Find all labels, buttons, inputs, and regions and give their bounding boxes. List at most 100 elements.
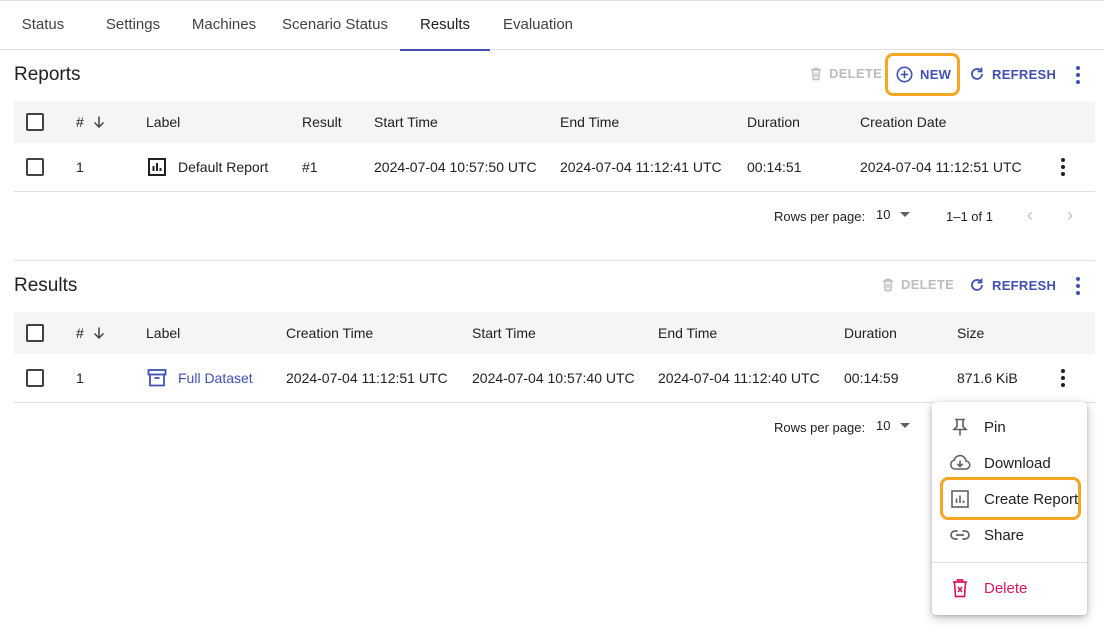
- results-delete-button[interactable]: DELETE: [882, 277, 954, 292]
- result-label[interactable]: Full Dataset: [178, 370, 253, 386]
- section-divider: [14, 260, 1095, 261]
- reports-delete-button[interactable]: DELETE: [810, 66, 882, 81]
- report-end-time: 2024-07-04 11:12:41 UTC: [560, 159, 722, 175]
- tab-status[interactable]: Status: [14, 1, 72, 50]
- menu-item-label: Create Report: [984, 490, 1079, 508]
- reports-rows-per-page-select[interactable]: 10: [876, 207, 911, 222]
- result-end-time: 2024-07-04 11:12:40 UTC: [658, 370, 820, 386]
- active-tab-indicator: [400, 49, 490, 51]
- reports-col-start-time: Start Time: [374, 114, 438, 130]
- rows-per-page-value: 10: [876, 207, 891, 222]
- menu-divider: [932, 562, 1087, 563]
- report-chart-icon: [948, 487, 972, 511]
- results-delete-label: DELETE: [901, 277, 955, 292]
- result-start-time: 2024-07-04 10:57:40 UTC: [472, 370, 635, 386]
- menu-item-pin[interactable]: Pin: [932, 409, 1087, 445]
- chevron-down-icon: [900, 423, 911, 428]
- reports-more-menu-button[interactable]: [1068, 63, 1088, 87]
- report-start-time: 2024-07-04 10:57:50 UTC: [374, 159, 537, 175]
- report-chart-icon: [148, 158, 166, 176]
- menu-item-delete[interactable]: Delete: [932, 570, 1087, 606]
- trash-icon: [811, 67, 821, 80]
- reports-col-creation-date: Creation Date: [860, 114, 947, 130]
- results-more-menu-button[interactable]: [1068, 274, 1088, 298]
- row-checkbox[interactable]: [26, 369, 44, 387]
- reports-table-header: # Label Result Start Time End Time Durat…: [14, 101, 1095, 143]
- reports-select-all-checkbox[interactable]: [26, 113, 44, 131]
- menu-item-share[interactable]: Share: [932, 517, 1087, 553]
- menu-item-label: Share: [984, 526, 1025, 544]
- results-refresh-button[interactable]: REFRESH: [969, 277, 1056, 293]
- tab-settings[interactable]: Settings: [98, 1, 168, 50]
- col-number-label: #: [76, 114, 84, 130]
- report-label: Default Report: [178, 159, 269, 175]
- results-select-all-checkbox[interactable]: [26, 324, 44, 342]
- pin-icon: [948, 415, 972, 439]
- result-size: 871.6 KiB: [957, 370, 1018, 386]
- trash-icon: [883, 278, 893, 291]
- link-icon: [948, 523, 972, 547]
- report-result: #1: [302, 159, 318, 175]
- result-duration: 00:14:59: [844, 370, 899, 386]
- reports-refresh-label: REFRESH: [992, 66, 1057, 82]
- tab-results-label: Results: [419, 16, 471, 33]
- results-col-duration: Duration: [844, 325, 897, 341]
- results-col-number[interactable]: #: [76, 312, 106, 354]
- reports-delete-label: DELETE: [829, 66, 883, 81]
- refresh-icon: [971, 278, 983, 291]
- reports-new-label: NEW: [920, 67, 952, 82]
- results-title: Results: [14, 275, 78, 296]
- previous-page-button[interactable]: ‹: [1027, 205, 1033, 226]
- archive-icon: [147, 369, 167, 387]
- results-rows-per-page-label: Rows per page:: [774, 420, 866, 435]
- menu-item-create-report[interactable]: Create Report: [932, 481, 1087, 517]
- table-row[interactable]: 1 Default Report #1 2024-07-04 10:57:50 …: [14, 143, 1095, 192]
- col-number-label: #: [76, 325, 84, 341]
- reports-new-button[interactable]: NEW: [896, 66, 951, 83]
- result-row-more-button[interactable]: [1053, 366, 1073, 390]
- arrow-down-icon: [93, 116, 104, 129]
- row-label-cell[interactable]: Default Report: [146, 143, 268, 191]
- menu-item-download[interactable]: Download: [932, 445, 1087, 481]
- results-col-end-time: End Time: [658, 325, 718, 341]
- results-table-header: # Label Creation Time Start Time End Tim…: [14, 312, 1095, 354]
- tab-bar: Status Settings Machines Scenario Status…: [0, 0, 1104, 51]
- reports-col-number[interactable]: #: [76, 101, 106, 143]
- result-label-link[interactable]: Full Dataset: [146, 354, 253, 402]
- add-circle-icon: [896, 66, 913, 83]
- menu-item-label: Pin: [984, 418, 1006, 436]
- chevron-down-icon: [900, 212, 911, 217]
- results-rows-per-page-select[interactable]: 10: [876, 418, 911, 433]
- reports-title: Reports: [14, 64, 81, 85]
- report-row-more-button[interactable]: [1053, 155, 1073, 179]
- cloud-download-icon: [948, 451, 972, 475]
- row-number: 1: [76, 159, 84, 175]
- tab-evaluation[interactable]: Evaluation: [500, 1, 576, 50]
- reports-col-duration: Duration: [747, 114, 800, 130]
- reports-col-label: Label: [146, 114, 181, 130]
- row-checkbox[interactable]: [26, 158, 44, 176]
- reports-rows-per-page-label: Rows per page:: [774, 209, 866, 224]
- results-col-creation-time: Creation Time: [286, 325, 374, 341]
- tab-scenario-status[interactable]: Scenario Status: [280, 1, 390, 50]
- results-col-start-time: Start Time: [472, 325, 536, 341]
- table-row[interactable]: 1 Full Dataset 2024-07-04 11:12:51 UTC 2…: [14, 354, 1095, 403]
- results-col-label: Label: [146, 325, 181, 341]
- reports-col-result: Result: [302, 114, 342, 130]
- results-refresh-label: REFRESH: [992, 277, 1057, 293]
- tab-machines[interactable]: Machines: [186, 1, 262, 50]
- reports-refresh-button[interactable]: REFRESH: [969, 66, 1056, 82]
- refresh-icon: [971, 67, 983, 80]
- rows-per-page-value: 10: [876, 418, 891, 433]
- results-col-size: Size: [957, 325, 985, 341]
- arrow-down-icon: [93, 327, 104, 340]
- report-duration: 00:14:51: [747, 159, 802, 175]
- menu-item-label: Download: [984, 454, 1051, 472]
- row-number: 1: [76, 370, 84, 386]
- tab-results[interactable]: Results: [400, 1, 490, 51]
- reports-col-end-time: End Time: [560, 114, 620, 130]
- result-creation-time: 2024-07-04 11:12:51 UTC: [286, 370, 448, 386]
- next-page-button[interactable]: ›: [1067, 205, 1073, 226]
- menu-item-label: Delete: [984, 579, 1028, 597]
- row-context-menu: Pin Download Create Report Share Delete: [932, 402, 1087, 615]
